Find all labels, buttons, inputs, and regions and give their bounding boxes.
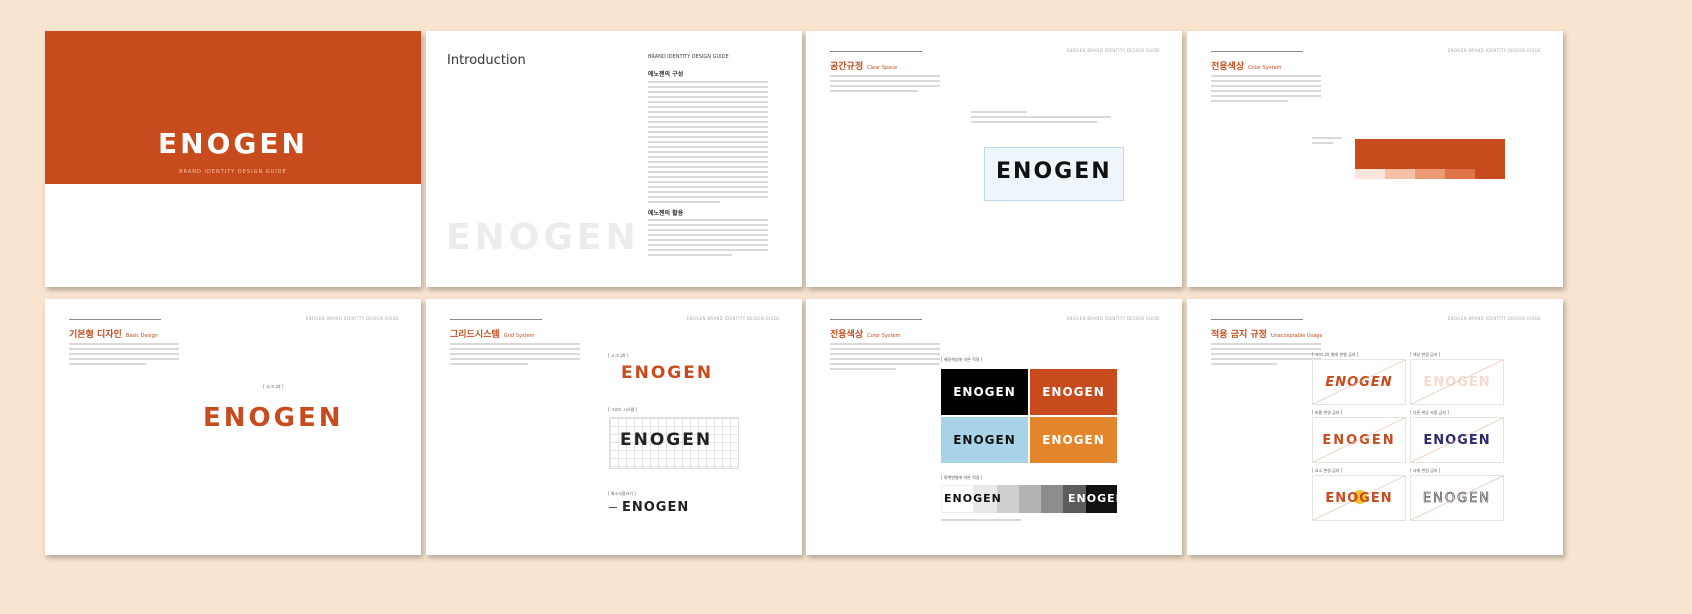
orange-logo-tile: ENOGEN (1030, 369, 1117, 415)
page-title: 공간규정 Clear Space (830, 62, 898, 72)
intro-body-text-2 (648, 219, 768, 259)
misuse-caption-2: [ 색상 변경 금지 ] (1410, 352, 1441, 357)
grid-logo-small: ENOGEN (622, 500, 690, 515)
blue-logo-tile: ENOGEN (941, 417, 1028, 463)
min-size-marker (609, 507, 617, 508)
running-header: ENOGEN BRAND IDENTITY DESIGN GUIDE (1066, 316, 1160, 321)
gradient-logo-light: ENOGEN (1068, 492, 1126, 505)
intro-watermark-logo: ENOGEN (446, 217, 640, 258)
misuse-caption-5: [ 요소 변경 금지 ] (1312, 468, 1343, 473)
gradient-logo-dark: ENOGEN (944, 492, 1002, 505)
misuse-caption-3: [ 비율 변경 금지 ] (1312, 410, 1343, 415)
intro-body-text-1 (648, 81, 768, 206)
header-rule (830, 319, 922, 320)
cover-banner (45, 31, 421, 184)
intro-guide-label: BRAND IDENTITY DESIGN GUIDE (648, 54, 729, 60)
introduction-page[interactable]: Introduction BRAND IDENTITY DESIGN GUIDE… (426, 31, 802, 287)
amber-logo-tile: ENOGEN (1030, 417, 1117, 463)
intro-title: Introduction (447, 53, 526, 68)
page-title: 그리드시스템 Grid System (450, 330, 535, 340)
grid-system-page[interactable]: ENOGEN BRAND IDENTITY DESIGN GUIDE 그리드시스… (426, 299, 802, 555)
tile-caption: [ 배경색상에 따른 적용 ] (941, 357, 983, 362)
misuse-altered-logo: ENOGEN (1312, 475, 1406, 521)
gradient-caption: [ 흑백변형에 따른 적용 ] (941, 475, 983, 480)
cover-subtitle: BRAND IDENTITY DESIGN GUIDE (179, 169, 287, 175)
grid-logo-black: ENOGEN (620, 430, 713, 450)
description-text (450, 343, 580, 368)
color-system-page[interactable]: ENOGEN BRAND IDENTITY DESIGN GUIDE 전용색상 C… (1187, 31, 1563, 287)
cover-page[interactable]: ENOGEN BRAND IDENTITY DESIGN GUIDE (45, 31, 421, 287)
header-rule (1211, 319, 1303, 320)
misuse-navy-logo: ENOGEN (1410, 417, 1504, 463)
description-text (1211, 343, 1321, 368)
misuse-caption-1: [ 시그니처 형태 변형 금지 ] (1312, 352, 1359, 357)
intro-section-1: 에노젠의 구성 (648, 71, 684, 78)
grid-logo-orange: ENOGEN (621, 363, 714, 383)
grid-caption-2: [ 그리드 시스템 ] (608, 407, 638, 412)
clear-space-logo: ENOGEN (996, 159, 1112, 184)
misuse-stretched-logo: ENOGEN (1312, 417, 1406, 463)
misuse-caption-6: [ 서체 변경 금지 ] (1410, 468, 1441, 473)
footnote-text (941, 519, 1021, 524)
main-color-swatch (1355, 139, 1505, 169)
description-text (1211, 75, 1321, 105)
clear-space-page[interactable]: ENOGEN BRAND IDENTITY DESIGN GUIDE 공간규정 C… (806, 31, 1182, 287)
misuse-outline-logo: ENOGEN (1410, 475, 1504, 521)
description-text (830, 343, 940, 373)
misuse-faded-logo: ENOGEN (1410, 359, 1504, 405)
unacceptable-usage-page[interactable]: ENOGEN BRAND IDENTITY DESIGN GUIDE 적용 금지… (1187, 299, 1563, 555)
misuse-skewed-logo: ENOGEN (1312, 359, 1406, 405)
misuse-caption-4: [ 다른 색상 사용 금지 ] (1410, 410, 1449, 415)
page-title: 전용색상 Color System (1211, 62, 1282, 72)
header-rule (450, 319, 542, 320)
running-header: ENOGEN BRAND IDENTITY DESIGN GUIDE (305, 316, 399, 321)
running-header: ENOGEN BRAND IDENTITY DESIGN GUIDE (1066, 48, 1160, 53)
header-rule (1211, 51, 1303, 52)
page-title: 적용 금지 규정 Unacceptable Usage (1211, 330, 1323, 340)
header-rule (69, 319, 161, 320)
header-rule (830, 51, 922, 52)
caption-text (971, 111, 1111, 126)
grid-caption-1: [ 시그니처 ] (608, 353, 629, 358)
running-header: ENOGEN BRAND IDENTITY DESIGN GUIDE (1447, 48, 1541, 53)
grid-caption-3: [ 최소사용크기 ] (608, 491, 636, 496)
intro-section-2: 에노젠의 활용 (648, 210, 684, 217)
page-title: 전용색상 Color System (830, 330, 901, 340)
color-label (1312, 137, 1342, 147)
cover-logo: ENOGEN (158, 127, 308, 160)
page-title: 기본형 디자인 Basic Design (69, 330, 158, 340)
running-header: ENOGEN BRAND IDENTITY DESIGN GUIDE (686, 316, 780, 321)
color-application-page[interactable]: ENOGEN BRAND IDENTITY DESIGN GUIDE 전용색상 C… (806, 299, 1182, 555)
basic-logo: ENOGEN (203, 403, 344, 433)
tint-row (1355, 169, 1505, 179)
description-text (830, 75, 940, 95)
basic-design-page[interactable]: ENOGEN BRAND IDENTITY DESIGN GUIDE 기본형 디… (45, 299, 421, 555)
logo-caption: [ 시그니처 ] (263, 384, 284, 389)
black-logo-tile: ENOGEN (941, 369, 1028, 415)
running-header: ENOGEN BRAND IDENTITY DESIGN GUIDE (1447, 316, 1541, 321)
description-text (69, 343, 179, 368)
